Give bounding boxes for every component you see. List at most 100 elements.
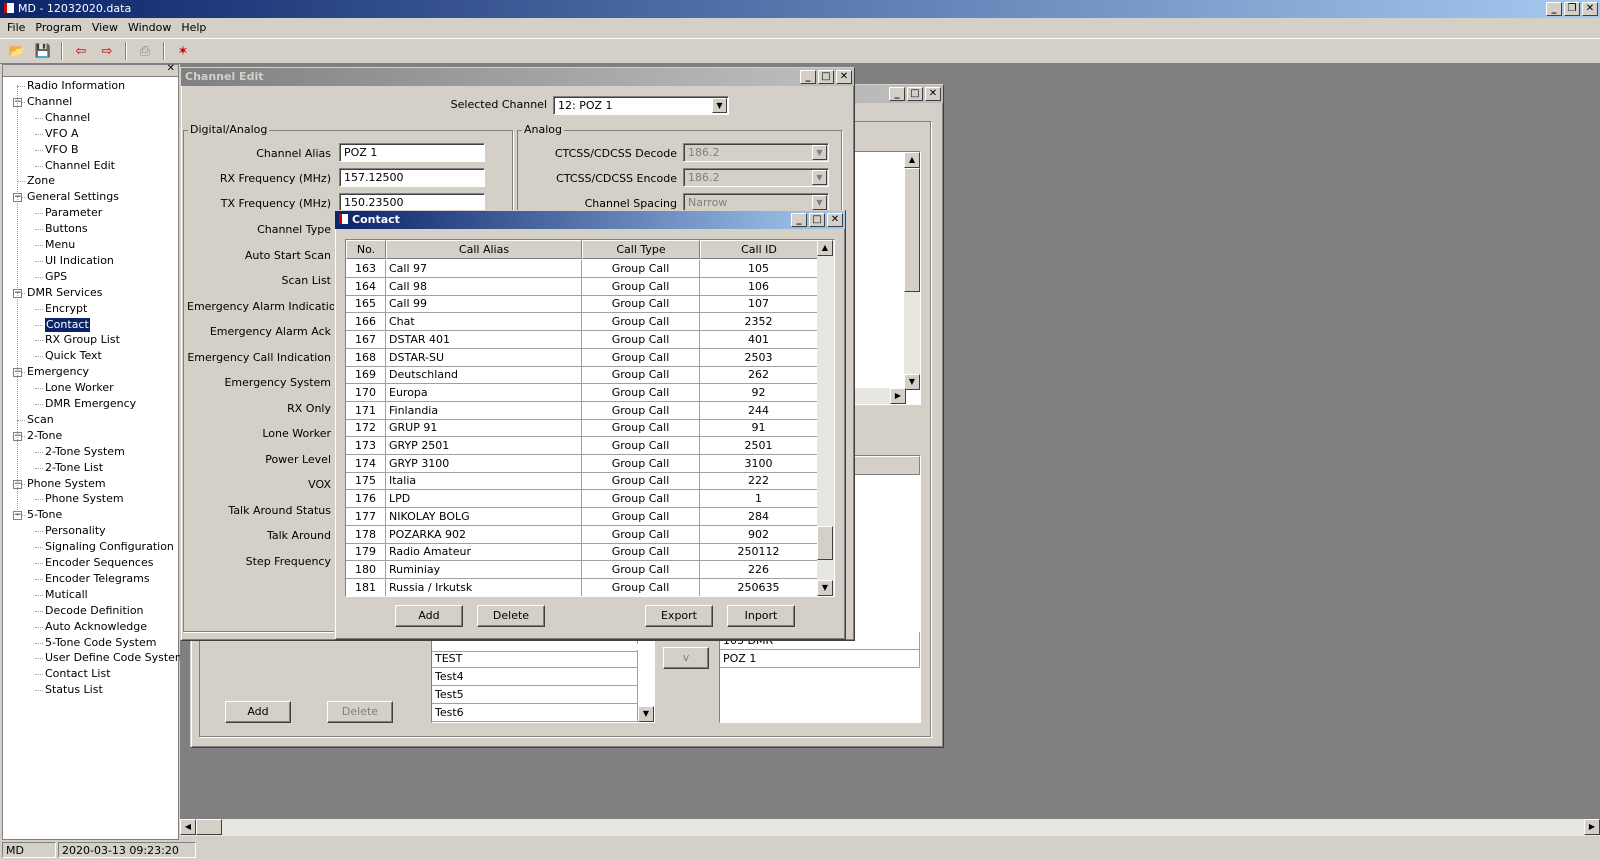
workspace-h-scrollbar[interactable]: ◀ ▶ <box>180 819 1600 836</box>
delete-button[interactable]: Delete <box>327 701 393 723</box>
add-button[interactable]: Add <box>225 701 291 723</box>
scroll-left-button[interactable]: ◀ <box>180 819 196 835</box>
menu-window[interactable]: Window <box>125 21 174 35</box>
tree-item-ui-indication[interactable]: UI Indication <box>45 254 114 268</box>
list-item[interactable]: POZ 1 <box>720 650 920 668</box>
scroll-down-button[interactable]: ▼ <box>638 706 654 722</box>
table-row[interactable]: 171 Finlandia Group Call 244 <box>346 401 818 420</box>
close-button[interactable]: ✕ <box>925 87 941 101</box>
column-header-call-alias[interactable]: Call Alias <box>386 240 582 259</box>
h-scrollbar[interactable]: ▶ <box>848 388 906 404</box>
tree-close-icon[interactable]: ✕ <box>167 63 175 74</box>
column-header-call-type[interactable]: Call Type <box>582 240 700 259</box>
scroll-thumb[interactable] <box>817 526 833 560</box>
table-row[interactable]: 165 Call 99 Group Call 107 <box>346 295 818 314</box>
tree-item-2-tone-list[interactable]: 2-Tone List <box>45 461 103 475</box>
settings-icon[interactable]: ✶ <box>172 41 194 61</box>
list-item[interactable]: TEST <box>432 650 638 668</box>
table-row[interactable]: 170 Europa Group Call 92 <box>346 383 818 402</box>
table-row[interactable]: 179 Radio Amateur Group Call 250112 <box>346 543 818 562</box>
column-header-call-id[interactable]: Call ID <box>700 240 818 259</box>
tree-item-channel[interactable]: Channel <box>27 95 72 109</box>
table-row[interactable]: 163 Call 97 Group Call 105 <box>346 260 818 278</box>
table-row[interactable]: 173 GRYP 2501 Group Call 2501 <box>346 437 818 455</box>
tree-item-channel-edit[interactable]: Channel Edit <box>45 159 115 173</box>
open-icon[interactable]: 📂 <box>6 41 28 61</box>
menu-help[interactable]: Help <box>178 21 209 35</box>
tree-item-dmr-emergency[interactable]: DMR Emergency <box>45 397 136 411</box>
move-down-button[interactable]: v <box>663 647 709 669</box>
scroll-thumb[interactable] <box>904 168 920 292</box>
channel-alias-input[interactable]: POZ 1 <box>339 143 485 162</box>
tree-item-parameter[interactable]: Parameter <box>45 206 102 220</box>
table-row[interactable]: 181 Russia / Irkutsk Group Call 250635 <box>346 578 818 596</box>
save-icon[interactable]: 💾 <box>32 41 54 61</box>
tree-item-emergency[interactable]: Emergency <box>27 365 89 379</box>
maximize-button[interactable]: □ <box>818 70 834 84</box>
tree-item-phone-system[interactable]: Phone System <box>45 492 124 506</box>
tree-item-muticall[interactable]: Muticall <box>45 588 88 602</box>
menu-file[interactable]: File <box>4 21 28 35</box>
rx-group-list[interactable]: 103 2 TEST Test4 Test5 Test6 ▼ <box>431 633 655 723</box>
tree-item-quick-text[interactable]: Quick Text <box>45 349 102 363</box>
close-button[interactable]: ✕ <box>836 70 852 84</box>
tree-item-personality[interactable]: Personality <box>45 524 106 538</box>
table-row[interactable]: 174 GRYP 3100 Group Call 3100 <box>346 454 818 473</box>
tree-item-channel[interactable]: Channel <box>45 111 90 125</box>
tree-item-contact[interactable]: Contact <box>44 316 91 333</box>
table-row[interactable]: 172 GRUP 91 Group Call 91 <box>346 419 818 438</box>
scroll-thumb[interactable] <box>196 819 222 835</box>
table-row[interactable]: 166 Chat Group Call 2352 <box>346 313 818 332</box>
export-button[interactable]: Export <box>645 605 713 627</box>
tree-item-zone[interactable]: Zone <box>27 174 55 188</box>
tree-item-scan[interactable]: Scan <box>27 413 54 427</box>
delete-contact-button[interactable]: Delete <box>477 605 545 627</box>
maximize-button[interactable]: □ <box>809 213 825 227</box>
table-row[interactable]: 178 POZARKA 902 Group Call 902 <box>346 525 818 544</box>
chevron-down-icon[interactable]: ▼ <box>812 195 827 210</box>
tree-item-2-tone-system[interactable]: 2-Tone System <box>45 445 125 459</box>
column-header-no[interactable]: No. <box>346 240 386 259</box>
scroll-up-button[interactable]: ▲ <box>817 240 833 256</box>
tree-item-contact-list[interactable]: Contact List <box>45 667 111 681</box>
rx-group-upper-list[interactable]: ▲ ▼ ▶ <box>847 151 921 405</box>
selected-channel-select[interactable]: 12: POZ 1 ▼ <box>553 96 729 115</box>
tree-item-vfo-b[interactable]: VFO B <box>45 143 79 157</box>
menu-view[interactable]: View <box>89 21 121 35</box>
restore-button[interactable]: ❐ <box>1564 2 1580 16</box>
tree-item-5-tone[interactable]: 5-Tone <box>27 508 62 522</box>
tree-item-auto-acknowledge[interactable]: Auto Acknowledge <box>45 620 147 634</box>
close-button[interactable]: ✕ <box>827 213 843 227</box>
scroll-up-button[interactable]: ▲ <box>904 152 920 168</box>
tree-item-general-settings[interactable]: General Settings <box>27 190 119 204</box>
maximize-button[interactable]: □ <box>907 87 923 101</box>
tree-item-encoder-sequences[interactable]: Encoder Sequences <box>45 556 153 570</box>
tree-item-user-define-code-system[interactable]: User Define Code System <box>45 651 186 665</box>
list-item[interactable]: Test4 <box>432 668 638 686</box>
tree-item-rx-group-list[interactable]: RX Group List <box>45 333 120 347</box>
contact-scrollbar[interactable]: ▲ ▼ <box>817 240 834 596</box>
table-row[interactable]: 167 DSTAR 401 Group Call 401 <box>346 330 818 349</box>
table-row[interactable]: 175 Italia Group Call 222 <box>346 472 818 491</box>
chevron-down-icon[interactable]: ▼ <box>812 145 827 160</box>
contact-table[interactable]: No. Call Alias Call Type Call ID 163 Call… <box>345 239 835 597</box>
tree-item-vfo-a[interactable]: VFO A <box>45 127 79 141</box>
import-button[interactable]: Inport <box>727 605 795 627</box>
table-row[interactable]: 169 Deutschland Group Call 262 <box>346 366 818 385</box>
table-row[interactable]: 176 LPD Group Call 1 <box>346 490 818 509</box>
scrollbar[interactable]: ▲ ▼ <box>904 152 920 390</box>
tree-item-signaling-configuration[interactable]: Signaling Configuration <box>45 540 174 554</box>
tree-item-lone-worker[interactable]: Lone Worker <box>45 381 114 395</box>
tree-item-buttons[interactable]: Buttons <box>45 222 88 236</box>
chevron-down-icon[interactable]: ▼ <box>712 98 727 113</box>
scroll-right-button[interactable]: ▶ <box>890 388 906 404</box>
tree-item-dmr-services[interactable]: DMR Services <box>27 286 103 300</box>
tree-item-2-tone[interactable]: 2-Tone <box>27 429 62 443</box>
minimize-button[interactable]: _ <box>791 213 807 227</box>
tree-item-decode-definition[interactable]: Decode Definition <box>45 604 144 618</box>
ctcss-decode-select[interactable]: 186.2 ▼ <box>683 143 829 162</box>
tree-item-menu[interactable]: Menu <box>45 238 75 252</box>
tree-item-encrypt[interactable]: Encrypt <box>45 302 87 316</box>
scroll-down-button[interactable]: ▼ <box>904 374 920 390</box>
table-row[interactable]: 180 Ruminiay Group Call 226 <box>346 560 818 579</box>
